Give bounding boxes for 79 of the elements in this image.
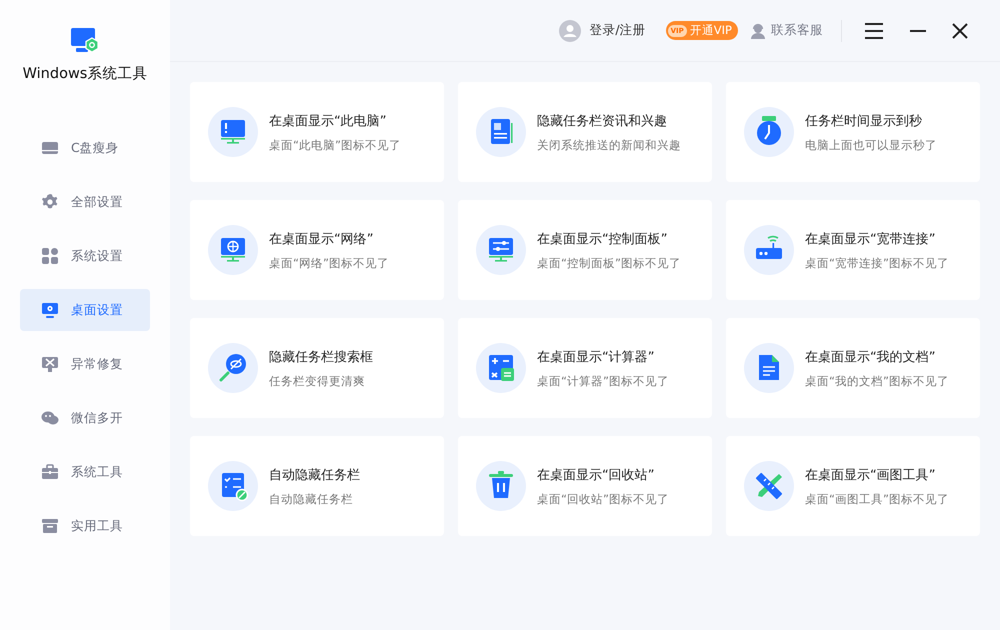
sidebar-item[interactable]: 系统设置: [20, 235, 150, 277]
avatar-icon: [559, 20, 582, 42]
menu-icon[interactable]: [864, 20, 884, 40]
card-title: 在桌面显示“此电脑”: [269, 112, 388, 130]
feature-card[interactable]: 隐藏任务栏资讯和兴趣 关闭系统推送的新闻和兴趣: [458, 82, 712, 182]
feature-card[interactable]: 在桌面显示“回收站” 桌面“回收站”图标不见了: [458, 436, 712, 536]
sidebar-item[interactable]: C盘瘦身: [20, 127, 150, 169]
card-subtitle: 桌面“宽带连接”图标不见了: [805, 256, 949, 270]
feature-card[interactable]: 在桌面显示“计算器” 桌面“计算器”图标不见了: [458, 318, 712, 418]
sidebar-item[interactable]: 系统工具: [20, 451, 150, 493]
card-title: 在桌面显示“我的文档”: [805, 348, 936, 366]
card-title: 在桌面显示“宽带连接”: [805, 230, 936, 248]
feature-card[interactable]: 在桌面显示“网络” 桌面“网络”图标不见了: [190, 200, 444, 300]
sidebar-label: 系统设置: [71, 248, 123, 264]
login-link[interactable]: 登录/注册: [559, 20, 646, 42]
card-subtitle: 桌面“此电脑”图标不见了: [269, 138, 401, 152]
sidebar-label: 微信多开: [71, 410, 123, 426]
sidebar-label: 桌面设置: [71, 302, 123, 318]
monitor-gear-icon: [41, 301, 59, 319]
feature-card[interactable]: 隐藏任务栏搜索框 任务栏变得更清爽: [190, 318, 444, 418]
card-title: 自动隐藏任务栏: [269, 466, 360, 484]
headset-person-icon: [750, 22, 766, 38]
clock-icon: [744, 107, 794, 157]
feature-card[interactable]: 在桌面显示“此电脑” 桌面“此电脑”图标不见了: [190, 82, 444, 182]
card-subtitle: 桌面“画图工具”图标不见了: [805, 492, 949, 506]
card-subtitle: 桌面“计算器”图标不见了: [537, 374, 669, 388]
trash-icon: [476, 461, 526, 511]
app-title: Windows系统工具: [22, 65, 148, 83]
sidebar-label: 实用工具: [71, 518, 123, 534]
grid-icon: [41, 247, 59, 265]
newspaper-icon: [476, 107, 526, 157]
feature-card[interactable]: 任务栏时间显示到秒 电脑上面也可以显示秒了: [726, 82, 980, 182]
contact-link[interactable]: 联系客服: [750, 22, 823, 39]
card-subtitle: 桌面“回收站”图标不见了: [537, 492, 669, 506]
archive-icon: [41, 517, 59, 535]
card-title: 任务栏时间显示到秒: [805, 112, 923, 130]
monitor-globe-icon: [208, 225, 258, 275]
checklist-icon: [208, 461, 258, 511]
sidebar-item[interactable]: 桌面设置: [20, 289, 150, 331]
minimize-icon[interactable]: [910, 28, 926, 32]
card-title: 在桌面显示“计算器”: [537, 348, 656, 366]
card-subtitle: 桌面“网络”图标不见了: [269, 256, 389, 270]
gear-icon: [41, 193, 59, 211]
card-title: 在桌面显示“控制面板”: [537, 230, 668, 248]
document-icon: [744, 343, 794, 393]
router-icon: [744, 225, 794, 275]
ruler-pencil-icon: [744, 461, 794, 511]
close-icon[interactable]: [952, 22, 968, 38]
sidebar-item[interactable]: 异常修复: [20, 343, 150, 385]
card-title: 在桌面显示“画图工具”: [805, 466, 936, 484]
feature-card[interactable]: 在桌面显示“画图工具” 桌面“画图工具”图标不见了: [726, 436, 980, 536]
card-title: 隐藏任务栏资讯和兴趣: [537, 112, 668, 130]
sidebar-item[interactable]: 微信多开: [20, 397, 150, 439]
sidebar-label: 系统工具: [71, 464, 123, 480]
magnifier-eye-icon: [208, 343, 258, 393]
card-title: 隐藏任务栏搜索框: [269, 348, 373, 366]
chat-icon: [41, 409, 59, 427]
card-subtitle: 电脑上面也可以显示秒了: [805, 138, 937, 152]
sidebar-label: 异常修复: [71, 356, 123, 372]
calculator-icon: [476, 343, 526, 393]
briefcase-icon: [41, 463, 59, 481]
card-title: 在桌面显示“网络”: [269, 230, 374, 248]
feature-card[interactable]: 在桌面显示“控制面板” 桌面“控制面板”图标不见了: [458, 200, 712, 300]
sidebar-label: C盘瘦身: [71, 140, 119, 156]
sidebar-item[interactable]: 全部设置: [20, 181, 150, 223]
monitor-alert-icon: [208, 107, 258, 157]
monitor-tools-icon: [41, 355, 59, 373]
feature-card[interactable]: 在桌面显示“宽带连接” 桌面“宽带连接”图标不见了: [726, 200, 980, 300]
feature-card[interactable]: 自动隐藏任务栏 自动隐藏任务栏: [190, 436, 444, 536]
card-subtitle: 桌面“控制面板”图标不见了: [537, 256, 681, 270]
card-title: 在桌面显示“回收站”: [537, 466, 656, 484]
card-subtitle: 自动隐藏任务栏: [269, 492, 354, 506]
card-subtitle: 桌面“我的文档”图标不见了: [805, 374, 949, 388]
card-subtitle: 任务栏变得更清爽: [269, 374, 366, 388]
card-subtitle: 关闭系统推送的新闻和兴趣: [537, 138, 681, 152]
monitor-sliders-icon: [476, 225, 526, 275]
sidebar-item[interactable]: 实用工具: [20, 505, 150, 547]
feature-card[interactable]: 在桌面显示“我的文档” 桌面“我的文档”图标不见了: [726, 318, 980, 418]
sidebar-label: 全部设置: [71, 194, 123, 210]
